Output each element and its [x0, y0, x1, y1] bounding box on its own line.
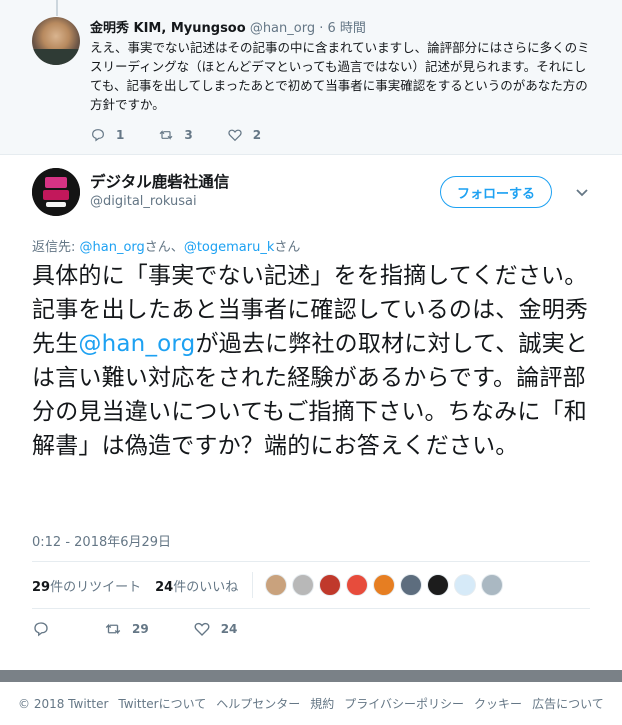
liker-avatar-3[interactable]: [319, 574, 342, 596]
honorific: さん: [274, 240, 301, 255]
retweet-button[interactable]: 3: [158, 127, 193, 143]
tweet-stats: 29件のリツイート 24件のいいね: [32, 572, 508, 598]
retweet-count: 3: [184, 128, 193, 142]
reply-tweet[interactable]: 金明秀 KIM, Myungsoo @han_org · 6 時間 ええ、事実で…: [0, 0, 622, 155]
retweet-count: 29: [132, 622, 149, 636]
retweets-label: 件のリツイート: [50, 579, 142, 595]
reply-icon: [34, 622, 48, 637]
thread-connector-line: [56, 0, 58, 16]
mention-link[interactable]: @togemaru_k: [184, 240, 275, 255]
reply-tweet-header: 金明秀 KIM, Myungsoo @han_org · 6 時間: [90, 17, 366, 36]
author-name[interactable]: 金明秀 KIM, Myungsoo: [90, 21, 246, 36]
follow-button[interactable]: フォローする: [440, 176, 552, 208]
avatar[interactable]: [32, 168, 80, 216]
profile-logo-icon: [32, 168, 80, 216]
mention-link[interactable]: @han_org: [80, 240, 145, 255]
retweets-count: 29: [32, 579, 51, 595]
liker-avatar-4[interactable]: [346, 574, 369, 596]
heart-icon: [228, 129, 242, 142]
mention-link[interactable]: @han_org: [78, 331, 195, 357]
liker-avatar-1[interactable]: [265, 574, 288, 596]
separator-dot: ·: [319, 21, 324, 36]
divider: [32, 561, 590, 562]
author-handle[interactable]: @digital_rokusai: [90, 194, 197, 209]
reply-button[interactable]: 1: [90, 127, 124, 143]
retweet-icon: [159, 130, 173, 140]
reply-button[interactable]: [32, 620, 60, 638]
chevron-down-icon[interactable]: [574, 184, 590, 200]
avatar[interactable]: [32, 17, 80, 65]
footer-link[interactable]: 広告について: [532, 695, 604, 712]
reply-count: 1: [116, 128, 125, 142]
retweets-stat[interactable]: 29件のリツイート: [32, 576, 141, 595]
author-handle[interactable]: @han_org: [250, 21, 315, 36]
section-separator: [0, 670, 622, 682]
tweet-time[interactable]: 6 時間: [328, 21, 366, 36]
footer-link[interactable]: プライバシーポリシー: [344, 695, 464, 712]
likes-stat[interactable]: 24件のいいね: [155, 576, 238, 595]
tweet-timestamp[interactable]: 0:12 - 2018年6月29日: [32, 531, 171, 550]
honorific: さん、: [144, 240, 184, 255]
replying-to-prefix: 返信先:: [32, 240, 80, 255]
footer-link[interactable]: Twitterについて: [118, 695, 206, 712]
main-tweet: デジタル鹿砦社通信 @digital_rokusai フォローする 返信先: @…: [0, 156, 622, 669]
replying-to: 返信先: @han_orgさん、@togemaru_kさん: [32, 236, 300, 255]
reply-tweet-actions: 1 3 2: [90, 127, 295, 143]
footer-link[interactable]: ヘルプセンター: [216, 695, 300, 712]
tweet-actions: 29 24: [32, 620, 281, 638]
footer-link[interactable]: © 2018 Twitter: [18, 697, 108, 711]
divider: [32, 608, 590, 609]
reply-icon: [92, 129, 104, 142]
footer-link[interactable]: クッキー: [474, 695, 522, 712]
liker-avatar-7[interactable]: [427, 574, 450, 596]
liker-avatar-9[interactable]: [481, 574, 504, 596]
author-name[interactable]: デジタル鹿砦社通信: [90, 170, 229, 192]
likes-count: 24: [155, 579, 174, 595]
like-button[interactable]: 2: [227, 127, 261, 143]
reply-tweet-text: ええ、事実でない記述はその記事の中に含まれていますし、論評部分にはさらに多くのミ…: [90, 40, 590, 112]
retweet-icon: [105, 623, 121, 635]
likes-label: 件のいいね: [173, 579, 239, 595]
like-count: 24: [220, 622, 238, 636]
heart-icon: [194, 622, 210, 636]
liker-avatar-6[interactable]: [400, 574, 423, 596]
liker-avatars: [265, 574, 508, 596]
divider: [252, 572, 254, 598]
tweet-text: 具体的に「事実でない記述」をを指摘してください。記事を出したあと当事者に確認して…: [32, 259, 592, 463]
retweet-button[interactable]: 29: [104, 620, 149, 638]
like-count: 2: [252, 128, 262, 142]
footer: © 2018 Twitter Twitterについて ヘルプセンター 規約 プライバシー…: [0, 682, 622, 725]
liker-avatar-5[interactable]: [373, 574, 396, 596]
liker-avatar-8[interactable]: [454, 574, 477, 596]
footer-link[interactable]: 規約: [310, 695, 334, 712]
liker-avatar-2[interactable]: [292, 574, 315, 596]
like-button[interactable]: 24: [193, 620, 238, 638]
